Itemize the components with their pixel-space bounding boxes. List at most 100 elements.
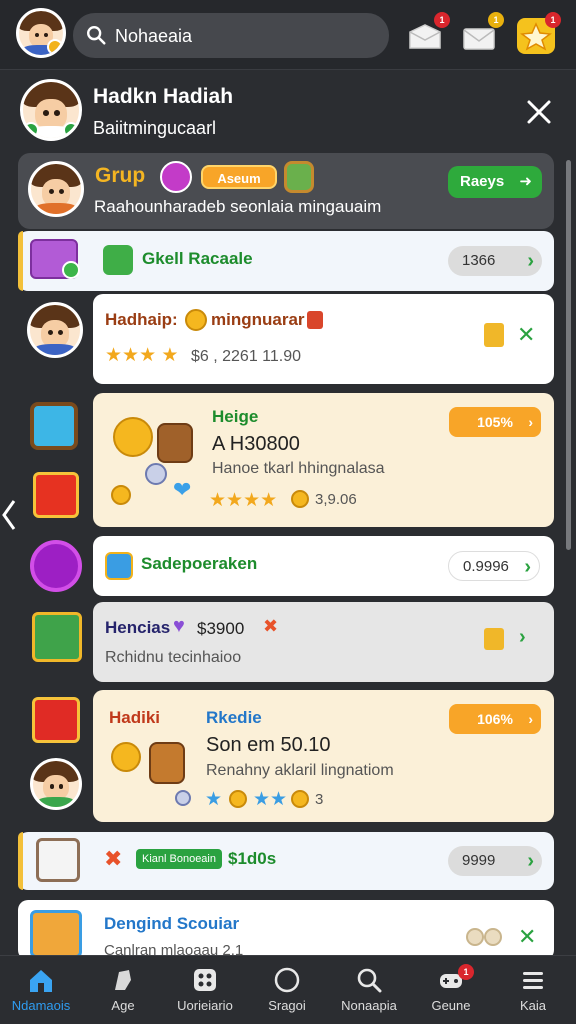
- rewards-button[interactable]: 1: [517, 12, 561, 54]
- value-pill[interactable]: 0.9996 ›: [448, 551, 540, 581]
- barrel-icon: [149, 742, 185, 784]
- rewards-badge: 1: [545, 12, 561, 28]
- mail-button[interactable]: 1: [460, 12, 504, 54]
- row-value: 3,9.06: [315, 491, 357, 508]
- group-tag: Aseum: [201, 165, 277, 189]
- nav-item-circle[interactable]: Sragoi: [246, 956, 328, 1024]
- rating-stars: ★★★★: [209, 490, 278, 511]
- gift-box-icon: [33, 472, 79, 518]
- row-value: 3: [315, 791, 324, 808]
- scrollbar[interactable]: [566, 160, 571, 550]
- coin-icon: [484, 928, 502, 946]
- gift-icon: [484, 628, 504, 650]
- percent-label: 105%: [477, 414, 513, 430]
- list-item[interactable]: Hadiki Rkedie Son em 50.10 Renahny aklar…: [93, 690, 554, 822]
- list-item[interactable]: Sadepoeraken 0.9996 ›: [93, 536, 554, 596]
- gem-icon: [30, 402, 78, 450]
- row-title-secondary: Rkedie: [206, 708, 262, 727]
- list-item[interactable]: Hadhaip: mingnuarar ★★★ ★ $6 , 2261 11.9…: [93, 294, 554, 384]
- page-header: Hadkn Hadiah Baiitmingucaarl: [0, 71, 576, 151]
- search-input[interactable]: Nohaeaia: [115, 26, 192, 47]
- barrel-icon: [157, 423, 193, 463]
- coin-icon: [229, 790, 247, 808]
- barrel-icon: [284, 161, 314, 193]
- dismiss-icon[interactable]: ✕: [518, 924, 536, 950]
- group-title: Grup: [95, 164, 146, 187]
- nav-label: Nonaapia: [341, 998, 397, 1013]
- percent-badge[interactable]: 105% ›: [449, 407, 541, 437]
- rating-stars: ★★★ ★: [105, 345, 179, 366]
- row-title-secondary: mingnuarar: [211, 310, 305, 329]
- nav-item-search[interactable]: Nonaapia: [328, 956, 410, 1024]
- game-badge: 1: [458, 964, 474, 980]
- menu-icon: [523, 972, 543, 989]
- chevron-right-icon: ›: [527, 850, 534, 872]
- row-amount: A H30800: [212, 433, 300, 455]
- list-item[interactable]: ❤ Heige A H30800 Hanoe tkarl hhingnalasa…: [93, 393, 554, 527]
- coin-icon: [466, 928, 484, 946]
- search-bar[interactable]: Nohaeaia: [73, 13, 389, 58]
- row-title: Sadepoeraken: [141, 554, 258, 573]
- gift-icon: [105, 552, 133, 580]
- nav-item-game[interactable]: 1 Geune: [410, 956, 492, 1024]
- row-subtitle: Rchidnu tecinhaioo: [105, 649, 242, 666]
- header-avatar: [20, 79, 82, 141]
- heart-icon: ❤: [173, 477, 192, 502]
- row-title: Hadhaip:: [105, 310, 178, 329]
- list-item[interactable]: Hencias ♥ $3900 ✖ Rchidnu tecinhaioo ›: [93, 602, 554, 682]
- nav-item-home[interactable]: Ndamaois: [0, 956, 82, 1024]
- badge-icon: [307, 311, 323, 329]
- tag-icon: [115, 970, 131, 990]
- bottom-nav: Ndamaois Age Uorieiario Sragoi Nonaapia: [0, 955, 576, 1024]
- row-title: Gkell Racaale: [142, 249, 253, 268]
- row-value: 1366: [462, 252, 496, 269]
- row-title: Heige: [212, 407, 259, 426]
- puzzle-icon: [103, 245, 133, 275]
- group-subtitle: Raahounharadeb seonlaia mingauaim: [94, 197, 382, 216]
- coin-icon: [291, 790, 309, 808]
- nav-label: Ndamaois: [11, 998, 71, 1013]
- gift-box-icon: [32, 697, 80, 743]
- heart-icon: ♥: [173, 615, 185, 637]
- nav-item-menu[interactable]: Kaia: [492, 956, 574, 1024]
- gift-box-icon: [30, 910, 82, 958]
- nav-label: Age: [111, 998, 135, 1013]
- row-avatar: [30, 758, 82, 810]
- group-join-button[interactable]: Raeys ➜: [448, 166, 542, 198]
- value-pill[interactable]: 9999 ›: [448, 846, 542, 876]
- row-description: Renahny aklaril lingnatiom: [206, 762, 394, 779]
- nav-label: Kaia: [519, 998, 547, 1013]
- inbox-button[interactable]: 1: [406, 12, 450, 54]
- grid-icon: [194, 969, 216, 991]
- list-item[interactable]: ✖ Kianl Bonoeain $1d0s 9999 ›: [18, 832, 554, 890]
- rating-stars: ★: [205, 789, 223, 810]
- dismiss-icon[interactable]: ✕: [517, 322, 535, 348]
- chevron-right-icon[interactable]: ›: [519, 626, 526, 649]
- row-title: Hencias: [105, 618, 171, 637]
- chevron-right-icon: ›: [527, 250, 534, 272]
- percent-badge[interactable]: 106% ›: [449, 704, 541, 734]
- nav-item-grid[interactable]: Uorieiario: [164, 956, 246, 1024]
- close-icon[interactable]: [522, 95, 556, 129]
- row-value: 0.9996: [463, 558, 509, 575]
- inbox-badge: 1: [434, 12, 450, 28]
- candy-icon: ✖: [104, 846, 123, 871]
- nav-label: Uorieiario: [177, 998, 233, 1013]
- chevron-right-icon: ›: [524, 556, 531, 578]
- back-arrow-icon[interactable]: [0, 495, 18, 535]
- home-icon: [30, 970, 52, 992]
- list-item[interactable]: Gkell Racaale 1366 ›: [18, 231, 554, 291]
- nav-item-age[interactable]: Age: [82, 956, 164, 1024]
- group-avatar: [28, 161, 84, 217]
- row-subtitle: $6 , 2261 11.90: [191, 348, 302, 365]
- group-card[interactable]: Grup Aseum Raahounharadeb seonlaia minga…: [18, 153, 554, 229]
- mail-badge: 1: [488, 12, 504, 28]
- profile-avatar[interactable]: [16, 8, 66, 58]
- search-icon: [87, 26, 106, 45]
- chevron-right-icon: ›: [528, 711, 533, 727]
- coin-icon: [111, 485, 131, 505]
- row-value: 9999: [462, 852, 496, 869]
- value-pill[interactable]: 1366 ›: [448, 246, 542, 276]
- page-title: Hadkn Hadiah: [93, 85, 234, 108]
- list-item[interactable]: Dengind Scouiar Canlran mlaoaau 2.1 ✕: [18, 900, 554, 960]
